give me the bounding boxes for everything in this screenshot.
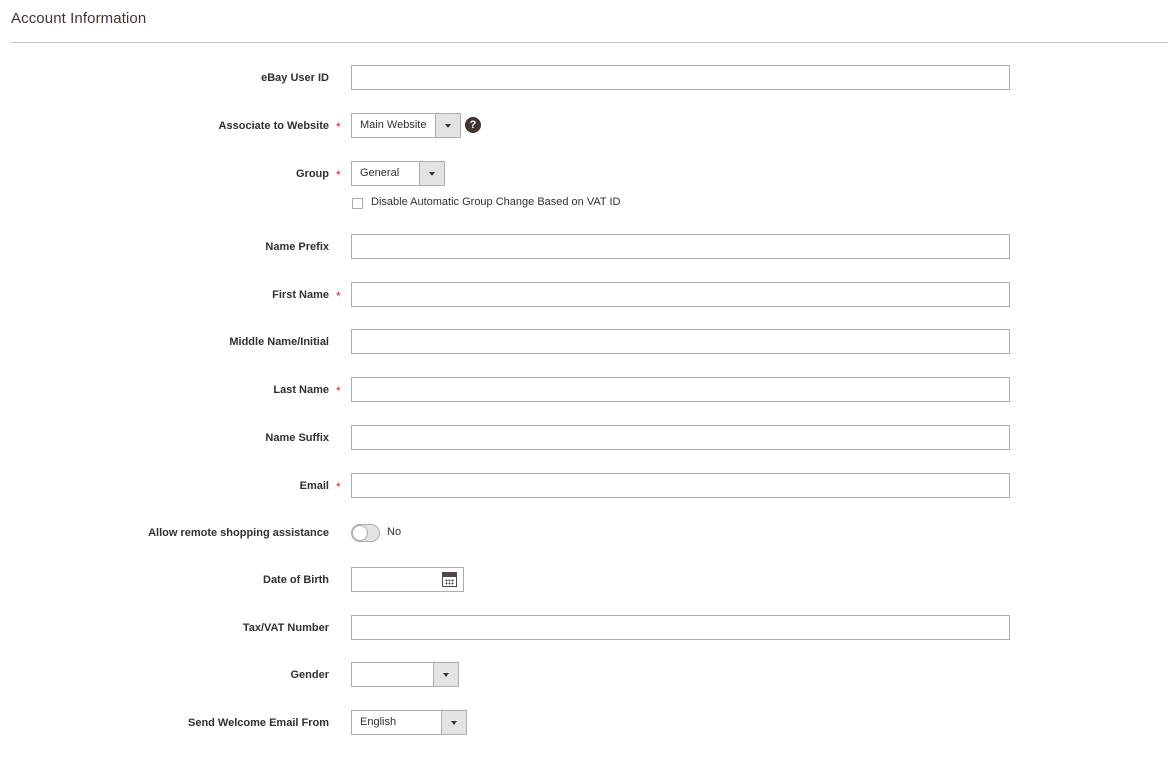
taxvat-input[interactable] — [351, 615, 1010, 640]
taxvat-row: Tax/VAT Number — [0, 615, 1168, 641]
gender-select[interactable] — [351, 662, 459, 687]
gender-row: Gender — [0, 662, 1168, 688]
email-field[interactable] — [351, 473, 1010, 498]
first-name-input[interactable] — [351, 282, 1010, 307]
first-name-row: First Name * — [0, 282, 1168, 308]
last-name-input[interactable] — [351, 377, 1010, 402]
question-icon[interactable]: ? — [465, 117, 481, 133]
required-marker: * — [336, 120, 341, 134]
disable-auto-group-label[interactable]: Disable Automatic Group Change Based on … — [371, 196, 620, 208]
required-marker: * — [336, 289, 341, 303]
calendar-icon[interactable] — [442, 572, 457, 587]
name-suffix-row: Name Suffix — [0, 425, 1168, 451]
required-marker: * — [336, 384, 341, 398]
website-select[interactable]: Main Website — [351, 113, 461, 138]
name-prefix-label: Name Prefix — [265, 241, 329, 253]
chevron-down-icon[interactable] — [435, 114, 460, 137]
name-suffix-input[interactable] — [351, 425, 1010, 450]
welcome-email-select[interactable]: English — [351, 710, 467, 735]
section-title: Account Information — [11, 10, 147, 27]
welcome-email-row: Send Welcome Email From English — [0, 710, 1168, 736]
disable-auto-group-checkbox[interactable] — [352, 198, 363, 209]
remote-assistance-label: Allow remote shopping assistance — [148, 527, 329, 539]
chevron-down-icon[interactable] — [441, 711, 466, 734]
ebay-user-id-label: eBay User ID — [261, 72, 329, 84]
middle-name-label: Middle Name/Initial — [229, 336, 329, 348]
remote-assistance-state: No — [387, 526, 402, 538]
dob-row: Date of Birth — [0, 567, 1168, 593]
name-prefix-input[interactable] — [351, 234, 1010, 259]
middle-name-input[interactable] — [351, 329, 1010, 354]
name-suffix-label: Name Suffix — [265, 432, 329, 444]
required-marker: * — [336, 480, 341, 494]
group-row: Group * General — [0, 161, 1168, 187]
section-divider — [11, 42, 1168, 43]
email-label: Email — [299, 480, 329, 492]
website-row: Associate to Website * Main Website ? — [0, 113, 1168, 139]
last-name-label: Last Name — [273, 384, 329, 396]
remote-assistance-row: Allow remote shopping assistance — [0, 520, 1168, 546]
chevron-down-icon[interactable] — [433, 663, 458, 686]
name-prefix-row: Name Prefix — [0, 234, 1168, 260]
welcome-email-label: Send Welcome Email From — [187, 717, 329, 729]
middle-name-row: Middle Name/Initial — [0, 329, 1168, 355]
gender-label: Gender — [290, 669, 329, 681]
group-select-value: General — [360, 167, 400, 179]
group-select[interactable]: General — [351, 161, 445, 186]
account-information-page: Account Information eBay User ID Associa… — [0, 0, 1168, 762]
email-row: Email * — [0, 473, 1168, 499]
group-label: Group — [296, 168, 329, 180]
website-select-value: Main Website — [360, 119, 427, 131]
toggle-knob — [352, 525, 368, 541]
last-name-row: Last Name * — [0, 377, 1168, 403]
ebay-user-id-input[interactable] — [351, 65, 1010, 90]
taxvat-label: Tax/VAT Number — [242, 622, 329, 634]
dob-input[interactable] — [351, 567, 464, 592]
welcome-email-select-value: English — [360, 716, 397, 728]
ebay-user-id-row: eBay User ID — [0, 65, 1168, 91]
dob-label: Date of Birth — [263, 574, 329, 586]
chevron-down-icon[interactable] — [419, 162, 444, 185]
required-marker: * — [336, 168, 341, 182]
first-name-label: First Name — [272, 289, 329, 301]
website-label: Associate to Website — [218, 120, 329, 132]
remote-assistance-toggle[interactable] — [351, 524, 380, 542]
